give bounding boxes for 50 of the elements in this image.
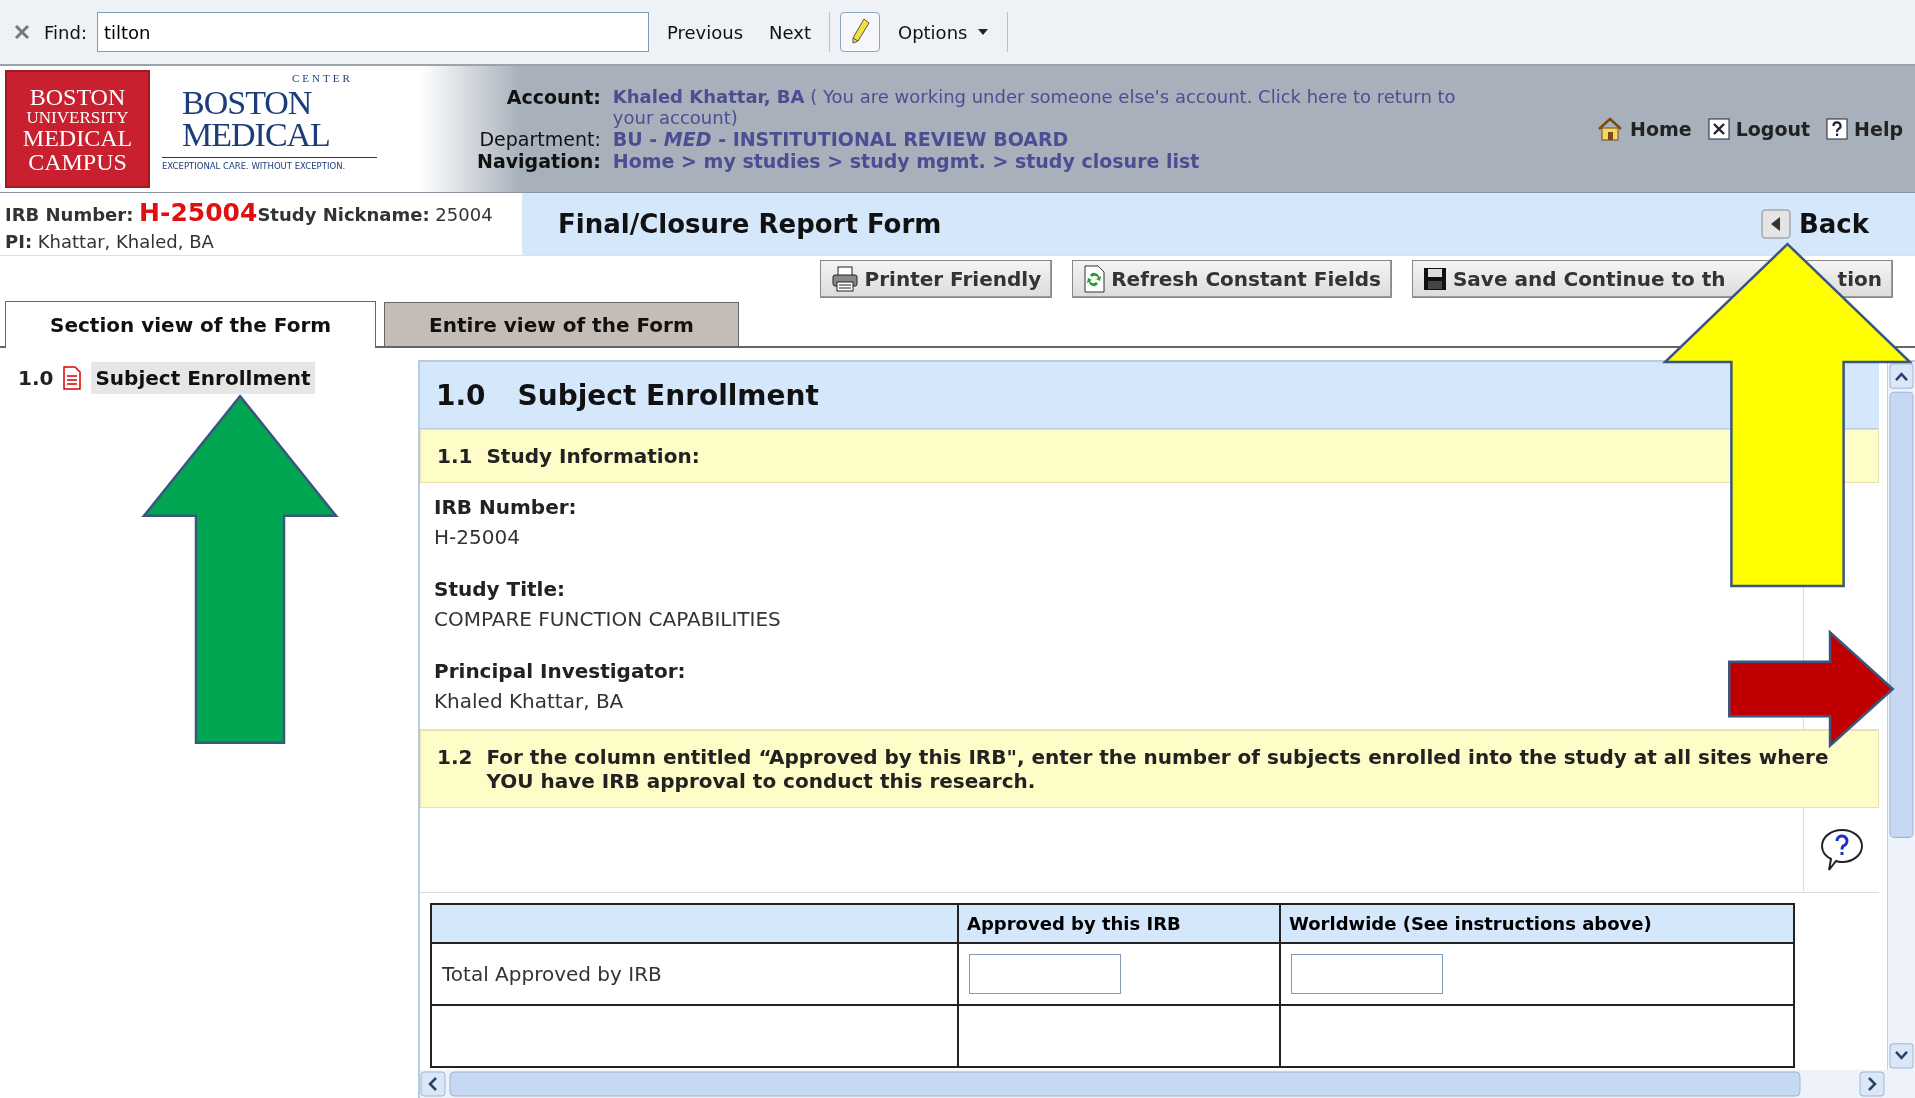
logout-link[interactable]: Logout: [1707, 118, 1811, 140]
row-label: Total Approved by IRB: [431, 943, 958, 1005]
principal-investigator-line: PI: Khattar, Khaled, BA: [5, 229, 215, 253]
navigation-label: Navigation:: [477, 150, 601, 172]
printer-friendly-button[interactable]: Printer Friendly: [819, 260, 1053, 298]
study-summary: IRB Number: H-25004Study Nickname: 25004: [5, 197, 494, 229]
university-logo: BOSTON UNIVERSITY MEDICAL CAMPUS: [5, 70, 150, 188]
field-label: Principal Investigator:: [434, 659, 687, 683]
help-icon: [1826, 118, 1849, 140]
section-number: 1.0: [18, 366, 54, 390]
form-view-tab[interactable]: Entire view of the Form: [384, 302, 739, 346]
field-label: Study Title:: [434, 577, 566, 601]
help-link[interactable]: Help: [1826, 118, 1903, 140]
instruction-text: 1.2 For the column entitled “Approved by this IRB", enter the number of subjects enrolled into the study at all sites where YOU have IRB approval to conduct this research.: [420, 730, 1879, 808]
account-info: Khaled Khattar, BA ( You are working under someone else's account. Click here to return to your account): [612, 86, 1457, 128]
field-label: IRB Number:: [434, 495, 578, 519]
section-link[interactable]: Subject Enrollment: [91, 362, 315, 394]
field-value: H-25004: [434, 525, 521, 549]
document-icon: [63, 366, 82, 390]
close-icon[interactable]: [14, 24, 30, 40]
column-header: Approved by this IRB: [958, 904, 1280, 943]
options-button[interactable]: Options: [889, 17, 998, 47]
vertical-scrollbar[interactable]: [1887, 362, 1915, 1070]
form-view-tab[interactable]: Section view of the Form: [5, 301, 377, 348]
home-link[interactable]: Home: [1596, 116, 1692, 142]
medical-center-logo: CENTER BOSTON MEDICAL EXCEPTIONAL CARE. WITHOUT EXCEPTION.: [162, 66, 377, 192]
house-icon: [1596, 116, 1624, 142]
highlight-button[interactable]: [839, 12, 880, 52]
form-title: Final/Closure Report Form: [558, 209, 942, 239]
count-input[interactable]: [969, 954, 1121, 994]
field-value: COMPARE FUNCTION CAPABILITIES: [434, 607, 782, 631]
close-box-icon: [1707, 118, 1730, 140]
department-value: BU - MED - INSTITUTIONAL REVIEW BOARD: [612, 128, 1070, 150]
printer-icon: [830, 266, 859, 292]
help-speech-bubble-icon[interactable]: [1818, 827, 1865, 873]
find-field[interactable]: tilton: [96, 12, 649, 52]
subsection-heading: 1.1 Study Information:: [420, 429, 1879, 483]
caret-icon: [977, 28, 990, 36]
next-button[interactable]: Next: [761, 17, 819, 47]
section-heading: 1.0 Subject Enrollment: [420, 362, 1879, 429]
count-input[interactable]: [1291, 954, 1443, 994]
department-label: Department:: [478, 128, 601, 150]
field-value: Khaled Khattar, BA: [434, 689, 625, 713]
column-header: Worldwide (See instructions above): [1280, 904, 1794, 943]
previous-button[interactable]: Previous: [658, 17, 752, 47]
find-label: Find:: [44, 21, 87, 43]
account-label: Account:: [505, 86, 601, 110]
refresh-document-icon: [1083, 265, 1106, 293]
refresh-fields-button[interactable]: Refresh Constant Fields: [1072, 260, 1392, 298]
back-button[interactable]: Back: [1754, 208, 1875, 240]
